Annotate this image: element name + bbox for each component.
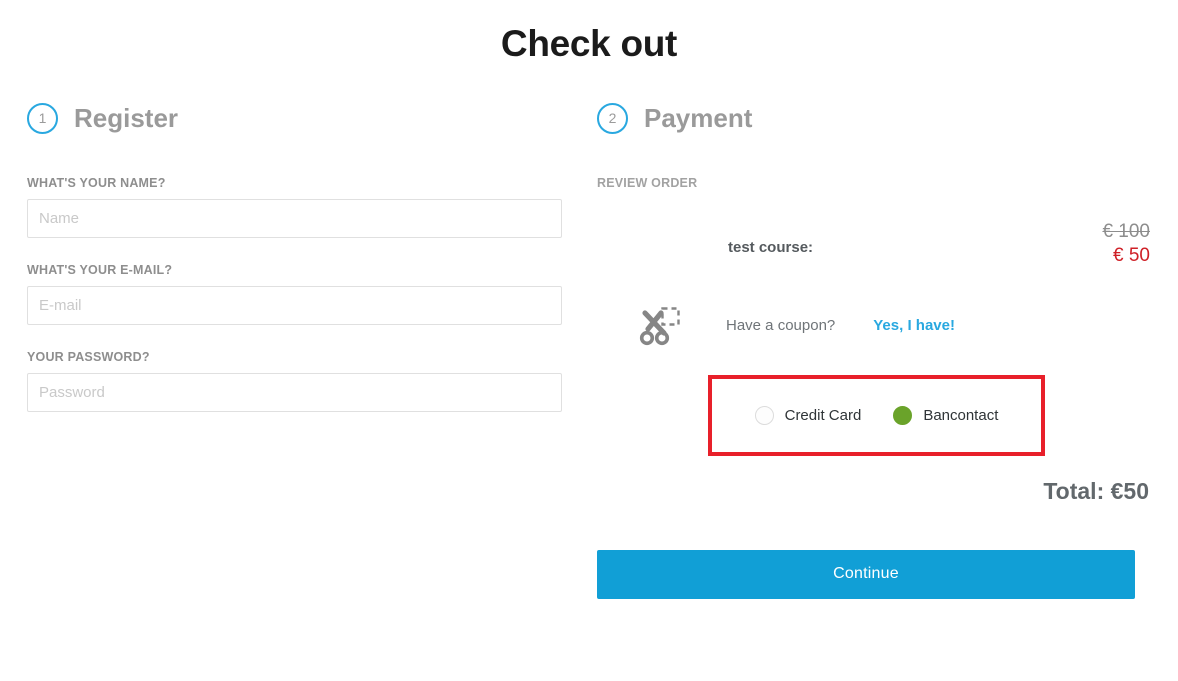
scissors-icon [637,303,683,349]
price-original: € 100 [1102,221,1150,242]
password-field-group: YOUR PASSWORD? [27,350,563,412]
email-field-group: WHAT'S YOUR E-MAIL? [27,263,563,325]
order-line-item: test course: € 100 € 50 [597,220,1150,269]
name-field-group: WHAT'S YOUR NAME? [27,176,563,238]
order-total: Total: €50 [1043,477,1149,504]
register-step-header: 1 Register [27,100,563,136]
step-number-badge-register: 1 [27,102,58,134]
coupon-apply-link[interactable]: Yes, I have! [873,317,955,334]
email-field-label: WHAT'S YOUR E-MAIL? [27,263,173,277]
order-item-prices: € 100 € 50 [1102,220,1150,269]
payment-method-label-bancontact: Bancontact [923,406,999,424]
payment-methods-highlight: Credit Card Bancontact [708,374,1045,456]
name-field-label: WHAT'S YOUR NAME? [27,176,166,190]
email-input[interactable] [27,286,562,325]
coupon-question: Have a coupon? [726,317,836,335]
price-discounted: € 50 [1113,245,1150,267]
payment-methods-group: Credit Card Bancontact [754,405,999,425]
order-item-name: test course: [728,239,814,256]
payment-heading: Payment [644,103,753,133]
register-section: 1 Register WHAT'S YOUR NAME? WHAT'S YOUR… [0,100,585,599]
coupon-row: Have a coupon? Yes, I have! [597,303,1150,349]
payment-step-header: 2 Payment [597,100,1150,136]
continue-button[interactable]: Continue [597,549,1135,599]
page-title: Check out [500,23,678,64]
review-order-label: REVIEW ORDER [597,176,698,190]
password-input[interactable] [27,373,562,412]
radio-bancontact[interactable] [893,405,913,425]
payment-method-label-credit-card: Credit Card [784,406,862,424]
payment-method-credit-card[interactable]: Credit Card [754,405,862,425]
name-input[interactable] [27,199,562,238]
payment-method-bancontact[interactable]: Bancontact [893,405,999,425]
register-heading: Register [74,103,179,133]
radio-credit-card[interactable] [754,405,774,425]
step-number-badge-payment: 2 [597,102,628,134]
checkout-columns: 1 Register WHAT'S YOUR NAME? WHAT'S YOUR… [0,100,1178,599]
password-field-label: YOUR PASSWORD? [27,350,150,364]
payment-section: 2 Payment REVIEW ORDER test course: € 10… [585,100,1178,599]
